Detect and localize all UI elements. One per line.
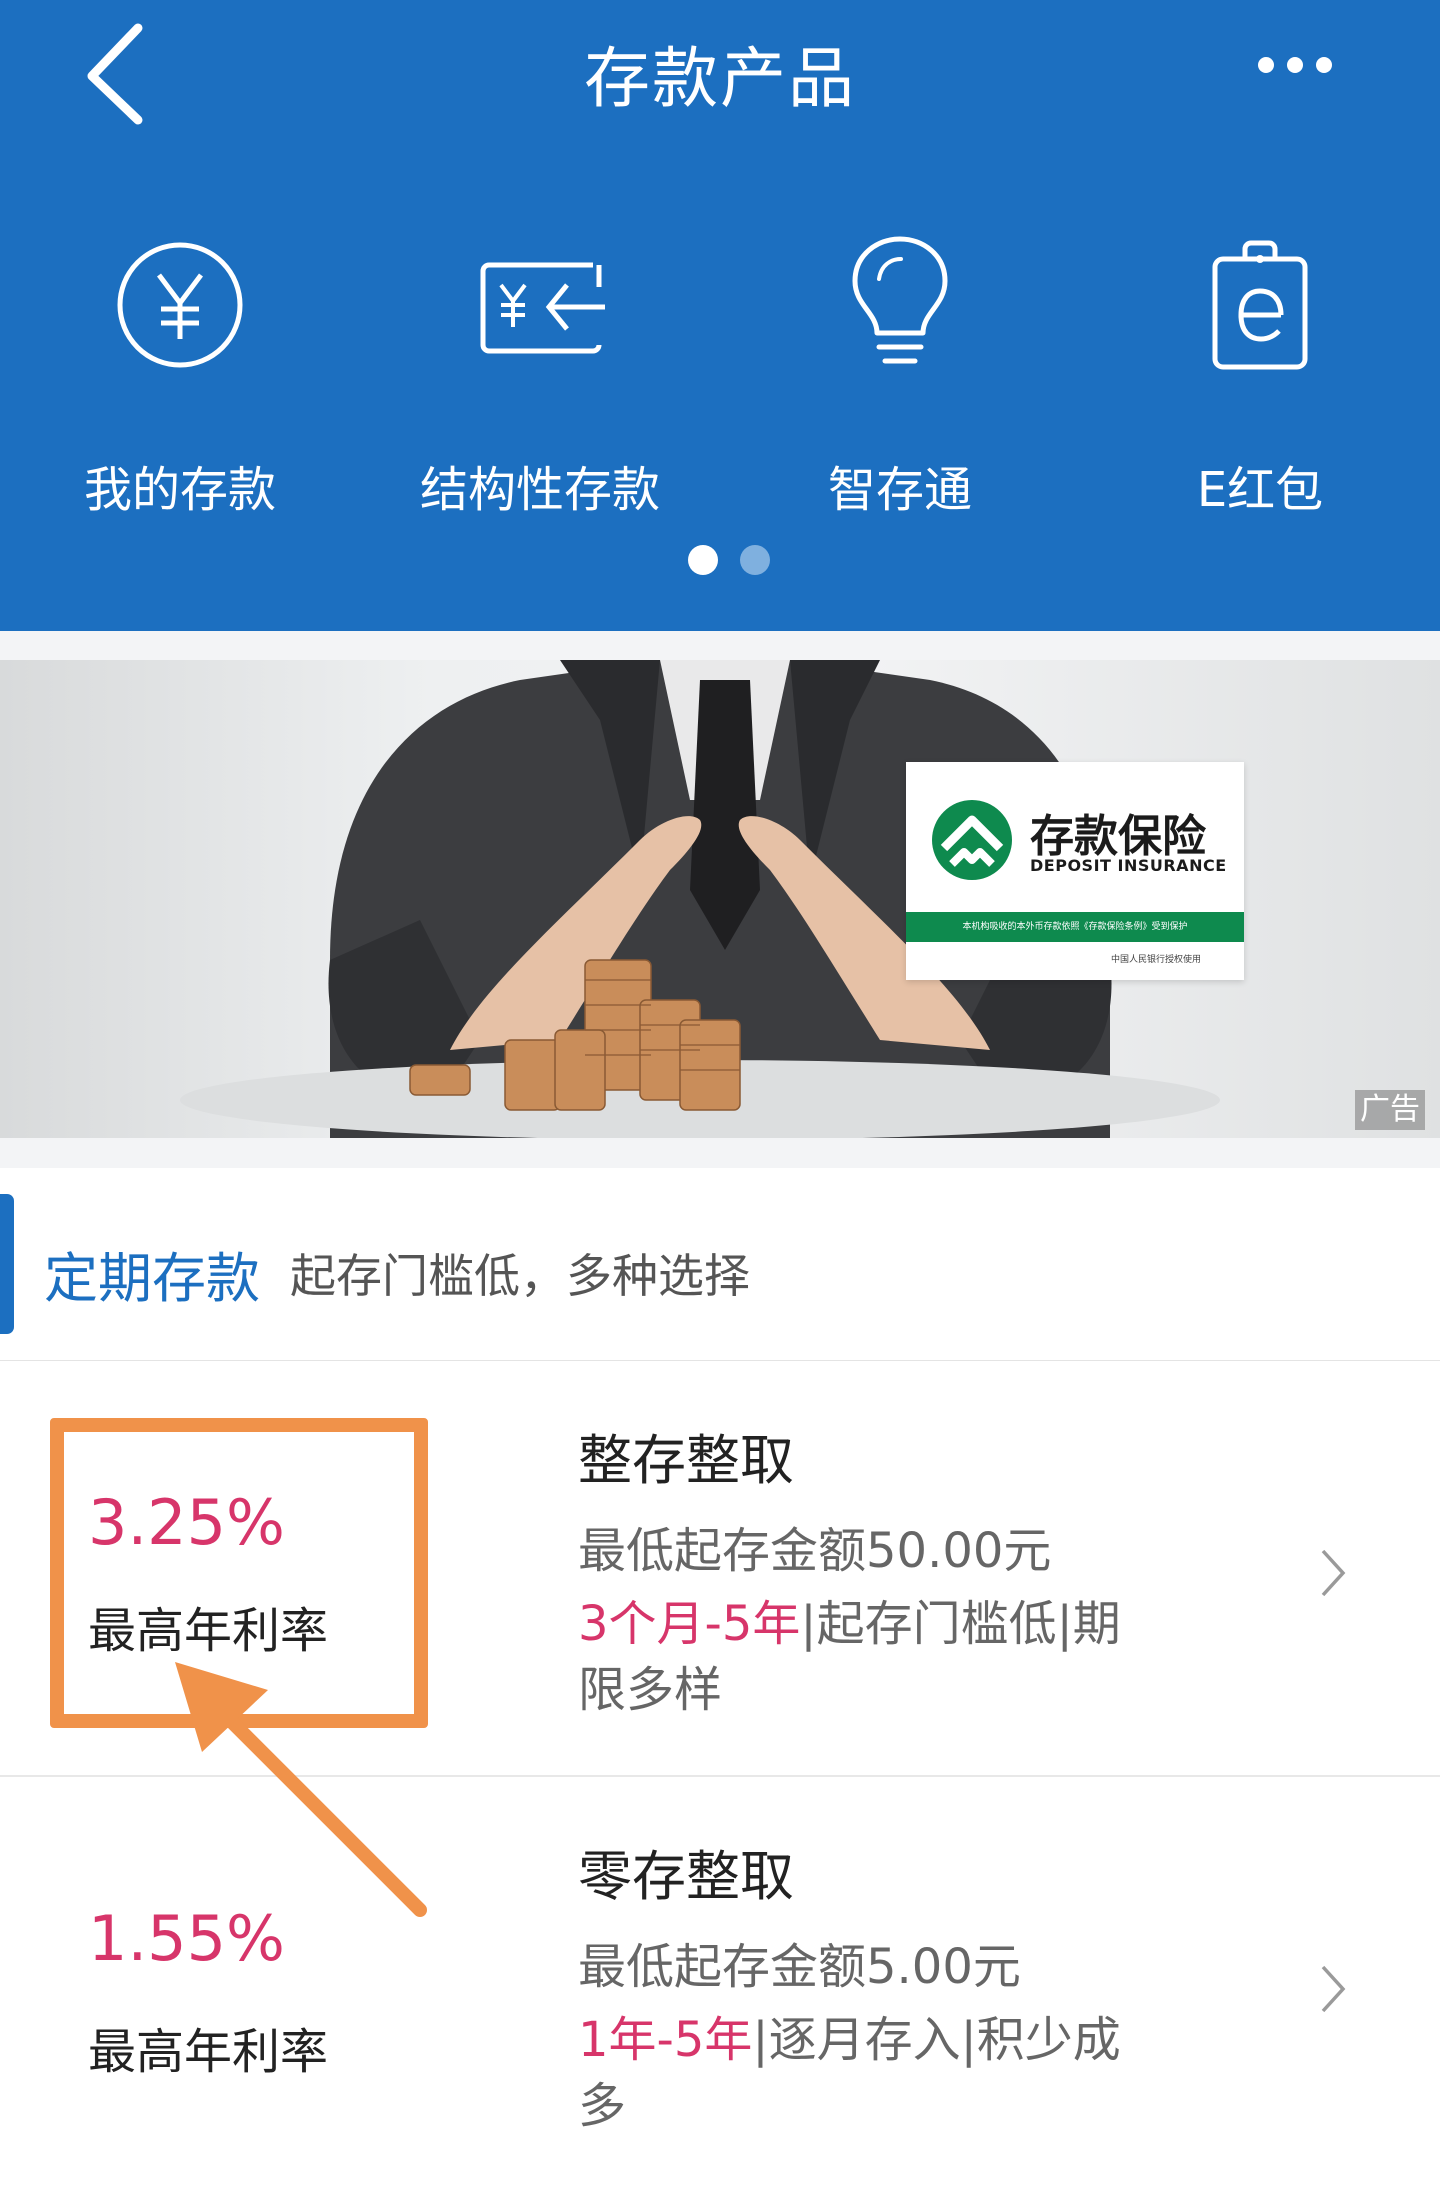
insurance-subtitle: DEPOSIT INSURANCE (1030, 856, 1227, 875)
yen-circle-icon (117, 242, 243, 368)
product-row-lump-sum[interactable]: 3.25% 最高年利率 整存整取 最低起存金额50.00元 3个月-5年|起存门… (0, 1361, 1440, 1777)
section-description: 起存门槛低，多种选择 (290, 1249, 750, 1303)
insurance-title: 存款保险 (1030, 811, 1206, 862)
nav-item-smart-deposit[interactable]: 智存通 (720, 235, 1080, 525)
max-rate-value: 1.55% (88, 1902, 285, 1975)
e-bag-icon (1212, 240, 1308, 370)
product-term: 3个月-5年 (578, 1596, 801, 1652)
insurance-strip: 本机构吸收的本外币存款依照《存款保险条例》受到保护 (906, 912, 1244, 942)
product-min-amount: 最低起存金额50.00元 (578, 1523, 1052, 1579)
more-button[interactable] (1250, 45, 1340, 85)
more-dots-icon (1258, 57, 1332, 73)
max-rate-label: 最高年利率 (88, 2024, 329, 2080)
product-name: 零存整取 (578, 1845, 794, 1908)
deposit-insurance-card: 存款保险 DEPOSIT INSURANCE 本机构吸收的本外币存款依照《存款保… (906, 762, 1244, 980)
chevron-right-icon (1321, 1965, 1346, 2013)
section-accent-bar (0, 1194, 14, 1334)
max-rate-label: 最高年利率 (88, 1603, 329, 1659)
nav-item-structured-deposit[interactable]: 结构性存款 (360, 235, 720, 525)
product-tags: 1年-5年|逐月存入|积少成多 (578, 2007, 1138, 2139)
fixed-deposit-section-header: 定期存款 起存门槛低，多种选择 (0, 1168, 1440, 1361)
header: 存款产品 我的存款 结构性存款 智存通 E红包 (0, 0, 1440, 631)
chevron-right-icon (1321, 1549, 1346, 1597)
page-indicator-dot[interactable] (740, 545, 770, 575)
nav-label: 我的存款 (83, 462, 276, 518)
yen-transfer-card-icon (480, 262, 605, 354)
page-title: 存款产品 (584, 40, 856, 117)
product-tags: 3个月-5年|起存门槛低|期限多样 (578, 1591, 1138, 1723)
product-min-amount: 最低起存金额5.00元 (578, 1939, 1021, 1995)
lightbulb-icon (852, 236, 948, 364)
nav-item-e-red-packet[interactable]: E红包 (1080, 235, 1440, 525)
product-name: 整存整取 (578, 1429, 794, 1492)
ad-badge: 广告 (1355, 1090, 1425, 1130)
product-row-installment[interactable]: 1.55% 最高年利率 零存整取 最低起存金额5.00元 1年-5年|逐月存入|… (0, 1777, 1440, 2193)
product-term: 1年-5年 (578, 2012, 753, 2068)
deposit-insurance-logo-icon (932, 800, 1012, 880)
deposit-insurance-banner[interactable]: 存款保险 DEPOSIT INSURANCE 本机构吸收的本外币存款依照《存款保… (0, 660, 1440, 1138)
nav-label: 智存通 (827, 462, 972, 518)
nav-label: 结构性存款 (419, 462, 660, 518)
max-rate-value: 3.25% (88, 1486, 285, 1559)
section-title: 定期存款 (44, 1247, 260, 1310)
page-indicator-dot-active[interactable] (688, 545, 718, 575)
insurance-footer: 中国人民银行授权使用 (1111, 955, 1202, 965)
nav-item-my-deposits[interactable]: 我的存款 (0, 235, 360, 525)
nav-label: E红包 (1196, 462, 1324, 518)
